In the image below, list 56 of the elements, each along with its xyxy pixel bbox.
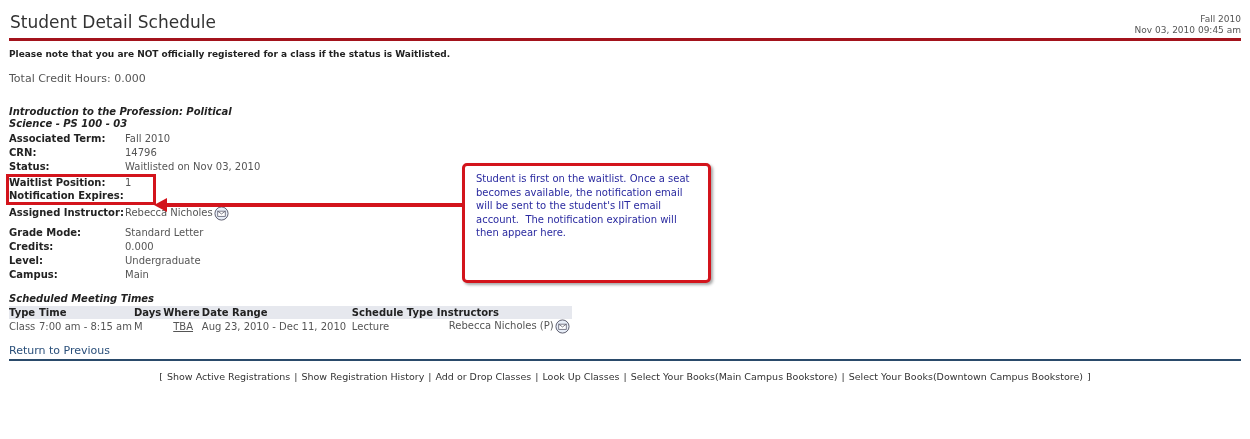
nav-link[interactable]: Show Active Registrations (167, 370, 291, 385)
column-header: Instructors (436, 305, 572, 319)
bracket: ] (1087, 370, 1091, 384)
table-cell: Aug 23, 2010 - Dec 11, 2010 (201, 318, 352, 334)
column-header: Where (163, 305, 202, 319)
table-cell: Lecture (351, 318, 437, 334)
column-header: Time (39, 305, 134, 319)
field-value: Fall 2010 (125, 131, 171, 146)
column-header: Date Range (201, 305, 352, 319)
field-value: 0.000 (125, 239, 154, 254)
separator: | (294, 370, 298, 384)
column-header: Schedule Type (351, 305, 437, 319)
separator: | (535, 370, 539, 384)
return-link[interactable]: Return to Previous (9, 342, 111, 359)
column-header: Days (134, 305, 164, 319)
field-value: Waitlisted on Nov 03, 2010 (125, 159, 261, 174)
email-icon[interactable] (554, 318, 570, 334)
column-header: Type (9, 305, 39, 319)
field-label: Credits: (9, 239, 55, 254)
field-label: Notification Expires: (9, 188, 125, 203)
separator: | (623, 370, 627, 384)
page-title: Student Detail Schedule (9, 11, 216, 34)
table-cell: M (134, 318, 164, 334)
field-label: CRN: (9, 145, 38, 160)
separator: | (841, 370, 845, 384)
field-label: Level: (9, 253, 44, 268)
field-value: 1 (125, 175, 132, 190)
term-label: Fall 2010 (1199, 13, 1241, 25)
field-value: Undergraduate (125, 253, 201, 268)
nav-link[interactable]: Add or Drop Classes (435, 370, 532, 385)
field-label: Campus: (9, 267, 59, 282)
nav-link[interactable]: Select Your Books(Downtown Campus Bookstore) (848, 370, 1083, 385)
field-label: Associated Term: (9, 131, 107, 146)
table-cell-text: Rebecca Nicholes (P) (447, 320, 554, 331)
nav-link[interactable]: Select Your Books(Main Campus Bookstore) (630, 370, 838, 385)
field-value: 14796 (125, 145, 157, 160)
field-label: Waitlist Position: (9, 175, 107, 190)
table-cell: 7:00 am - 8:15 am (39, 318, 134, 334)
table-cell: Class (9, 318, 39, 334)
field-value: Rebecca Nicholes (124, 206, 213, 220)
separator: | (428, 370, 432, 384)
callout-text: Student is first on the waitlist. Once a seat becomes available, the notification email will be sent to the student's IIT email account. The notification expiration will then appear here. (462, 163, 711, 283)
nav-link[interactable]: Show Registration History (301, 370, 425, 385)
field-label: Status: (9, 159, 51, 174)
field-value: Main (125, 267, 149, 282)
field-label: Grade Mode: (9, 225, 83, 240)
course-title: Introduction to the Profession: Political Science - PS 100 - 03 (9, 105, 233, 130)
bracket: [ (159, 370, 163, 384)
location-link[interactable]: TBA (173, 320, 193, 332)
timestamp: Nov 03, 2010 09:45 am (1134, 24, 1241, 36)
notice-text: Please note that you are NOT officially registered for a class if the status is Waitlisted. (9, 47, 452, 61)
section-heading: Scheduled Meeting Times (9, 291, 156, 306)
field-label: Assigned Instructor: (9, 206, 124, 220)
nav-link[interactable]: Look Up Classes (542, 370, 620, 385)
total-credit-hours: Total Credit Hours: 0.000 (9, 71, 147, 87)
field-value: Standard Letter (125, 225, 204, 240)
